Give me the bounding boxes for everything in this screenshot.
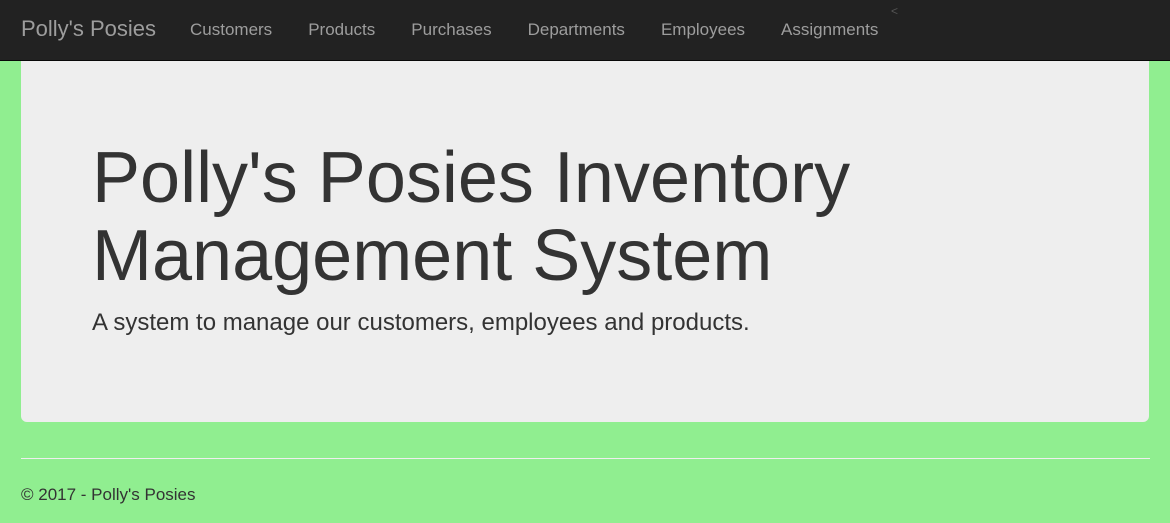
nav-link-products[interactable]: Products	[290, 0, 393, 60]
nav-link-employees[interactable]: Employees	[643, 0, 763, 60]
nav-item-customers: Customers	[172, 0, 290, 60]
footer-copyright: © 2017 - Polly's Posies	[21, 485, 196, 504]
brand-link[interactable]: Polly's Posies	[21, 17, 156, 41]
nav-item-departments: Departments	[510, 0, 643, 60]
footer-divider	[21, 458, 1150, 459]
nav-link-departments[interactable]: Departments	[510, 0, 643, 60]
nav-link-assignments[interactable]: Assignments	[763, 0, 896, 60]
nav-item-purchases: Purchases	[393, 0, 509, 60]
nav-links: Customers Products Purchases Departments…	[172, 0, 896, 60]
nav-link-purchases[interactable]: Purchases	[393, 0, 509, 60]
page-title: Polly's Posies Inventory Management Syst…	[92, 138, 851, 296]
nav-item-assignments: Assignments	[763, 0, 896, 60]
nav-link-customers[interactable]: Customers	[172, 0, 290, 60]
nav-item-employees: Employees	[643, 0, 763, 60]
nav-item-products: Products	[290, 0, 393, 60]
hero-jumbotron: Polly's Posies Inventory Management Syst…	[21, 61, 1149, 422]
lead-text: A system to manage our customers, employ…	[92, 309, 750, 336]
top-navbar: Polly's Posies Customers Products Purcha…	[0, 0, 1170, 61]
stray-text-glyph: <	[891, 4, 899, 18]
